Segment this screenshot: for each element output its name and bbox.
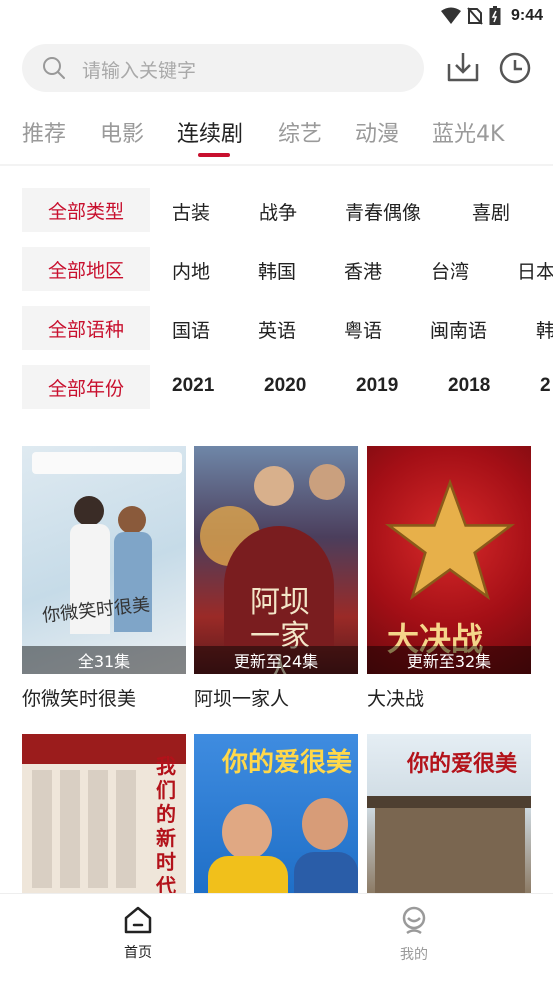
filter-option[interactable]: 喜剧 <box>472 198 510 225</box>
filter-option[interactable]: 英语 <box>258 316 296 343</box>
search-input[interactable]: 请输入关键字 <box>22 44 424 92</box>
card-title[interactable]: 阿坝一家人 <box>194 684 289 711</box>
nav-home[interactable]: 首页 <box>88 906 188 962</box>
filter-option[interactable]: 日本 <box>517 257 553 284</box>
drama-card[interactable]: 你的爱很美 <box>367 734 531 894</box>
poster-title-art: 我们的新时代 <box>156 754 176 894</box>
tab-bluray-4k[interactable]: 蓝光4K <box>432 116 504 148</box>
tab-anime[interactable]: 动漫 <box>355 116 399 148</box>
poster-image[interactable]: 大决战 更新至32集 <box>367 446 531 674</box>
search-placeholder: 请输入关键字 <box>82 60 197 82</box>
nav-profile[interactable]: 我的 <box>364 906 464 964</box>
filter-row-language: 全部语种 国语 英语 粤语 闽南语 韩 <box>22 306 553 352</box>
bottom-navigation: 首页 我的 <box>0 893 553 984</box>
filter-option[interactable]: 2020 <box>264 375 306 397</box>
divider <box>0 164 553 166</box>
filter-option[interactable]: 战争 <box>259 198 297 225</box>
filter-row-region: 全部地区 内地 韩国 香港 台湾 日本 <box>22 247 553 293</box>
filter-option[interactable]: 2019 <box>356 375 398 397</box>
episode-badge: 更新至24集 <box>194 646 358 674</box>
poster-title-art: 你的爱很美 <box>407 751 518 777</box>
user-icon <box>402 906 426 935</box>
filter-chip-year[interactable]: 全部年份 <box>22 365 150 409</box>
card-title[interactable]: 你微笑时很美 <box>22 684 136 711</box>
tab-movie[interactable]: 电影 <box>100 116 144 148</box>
filter-option[interactable]: 青春偶像 <box>345 198 421 225</box>
poster-image[interactable]: 你微笑时很美 全31集 <box>22 446 186 674</box>
search-icon <box>43 57 65 79</box>
filter-option[interactable]: 2021 <box>172 375 214 397</box>
filter-option[interactable]: 粤语 <box>344 316 382 343</box>
filter-option[interactable]: 2 <box>540 375 551 397</box>
category-tabs: 推荐 电影 连续剧 综艺 动漫 蓝光4K <box>0 112 553 162</box>
status-time: 9:44 <box>510 7 543 24</box>
tab-variety[interactable]: 综艺 <box>278 116 322 148</box>
filter-option[interactable]: 韩国 <box>258 257 296 284</box>
poster-image[interactable]: 阿坝一家人 更新至24集 <box>194 446 358 674</box>
history-icon[interactable] <box>498 51 532 85</box>
status-bar: 9:44 <box>0 0 553 34</box>
download-icon[interactable] <box>446 50 480 84</box>
poster-image[interactable]: 你的爱很美 <box>194 734 358 894</box>
filter-option[interactable]: 香港 <box>344 257 382 284</box>
nav-home-label: 首页 <box>124 945 152 961</box>
card-title[interactable]: 大决战 <box>367 684 424 711</box>
no-sim-icon <box>467 7 483 25</box>
episode-badge: 全31集 <box>22 646 186 674</box>
filter-option[interactable]: 内地 <box>172 257 210 284</box>
filter-option[interactable]: 国语 <box>172 316 210 343</box>
battery-icon <box>489 6 501 25</box>
wifi-icon <box>440 7 461 24</box>
filter-option[interactable]: 闽南语 <box>430 316 487 343</box>
drama-card[interactable]: 大决战 更新至32集 大决战 <box>367 446 531 718</box>
filter-option[interactable]: 台湾 <box>431 257 469 284</box>
poster-image[interactable]: 我们的新时代 <box>22 734 186 894</box>
drama-card[interactable]: 你微笑时很美 全31集 你微笑时很美 <box>22 446 186 718</box>
filter-row-year: 全部年份 2021 2020 2019 2018 2 <box>22 365 553 411</box>
filter-option[interactable]: 2018 <box>448 375 490 397</box>
filter-chip-language[interactable]: 全部语种 <box>22 306 150 350</box>
episode-badge: 更新至32集 <box>367 646 531 674</box>
filter-option[interactable]: 韩 <box>536 316 553 343</box>
filter-chip-region[interactable]: 全部地区 <box>22 247 150 291</box>
filter-chip-type[interactable]: 全部类型 <box>22 188 150 232</box>
poster-title-art: 你的爱很美 <box>222 748 353 778</box>
drama-card[interactable]: 你的爱很美 <box>194 734 358 894</box>
filter-option[interactable]: 古装 <box>172 198 210 225</box>
poster-image[interactable]: 你的爱很美 <box>367 734 531 894</box>
nav-profile-label: 我的 <box>400 947 428 963</box>
star-icon <box>385 478 515 601</box>
drama-card[interactable]: 阿坝一家人 更新至24集 阿坝一家人 <box>194 446 358 718</box>
home-icon <box>124 906 152 934</box>
tab-series[interactable]: 连续剧 <box>177 116 243 148</box>
filter-row-type: 全部类型 古装 战争 青春偶像 喜剧 <box>22 188 553 234</box>
tab-recommend[interactable]: 推荐 <box>22 116 66 148</box>
drama-card[interactable]: 我们的新时代 <box>22 734 186 894</box>
search-row: 请输入关键字 <box>22 44 542 94</box>
active-tab-indicator <box>198 153 230 157</box>
